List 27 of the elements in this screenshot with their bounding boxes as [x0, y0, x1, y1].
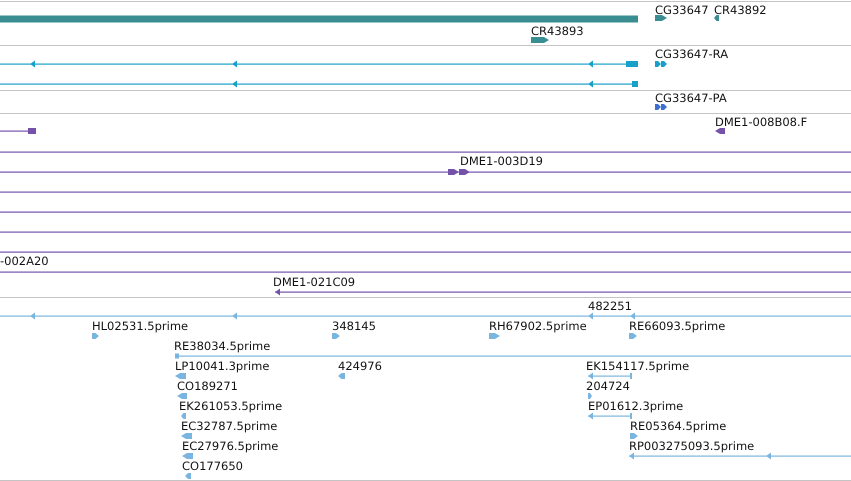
feature-label: CG33647-PA: [655, 91, 727, 105]
feature-label: 348145: [332, 319, 376, 333]
feature-label: CO177650: [182, 459, 243, 473]
feature-label: RP003275093.5prime: [629, 439, 754, 453]
feature-label: EP01612.3prime: [588, 399, 684, 413]
feature-label: CG33647-RA: [655, 47, 728, 61]
feature-label: RH67902.5prime: [489, 319, 587, 333]
feature-label: HL02531.5prime: [92, 319, 188, 333]
feature-label: CG33647: [655, 3, 709, 17]
feature-label: RE38034.5prime: [174, 339, 270, 353]
feature-label: EK261053.5prime: [179, 399, 282, 413]
feature-label: RE05364.5prime: [630, 419, 726, 433]
feature-label: RE66093.5prime: [629, 319, 726, 333]
feature-label: EK154117.5prime: [586, 359, 690, 373]
feature-label: EC32787.5prime: [181, 419, 278, 433]
feature-label: LP10041.3prime: [175, 359, 270, 373]
feature-label: CO189271: [177, 379, 238, 393]
feature-label: 482251: [588, 299, 632, 313]
feature-label: EC27976.5prime: [182, 439, 278, 453]
feature-label: CR43892: [714, 3, 767, 17]
feature-label: DME1-021C09: [273, 275, 356, 289]
feature-label: 424976: [338, 359, 382, 373]
feature-label: -002A20: [0, 254, 49, 268]
feature-label: CR43893: [531, 24, 584, 38]
feature-label: DME1-008B08.F: [715, 115, 808, 129]
feature-label: DME1-003D19: [460, 154, 543, 168]
feature-label: 204724: [586, 379, 630, 393]
